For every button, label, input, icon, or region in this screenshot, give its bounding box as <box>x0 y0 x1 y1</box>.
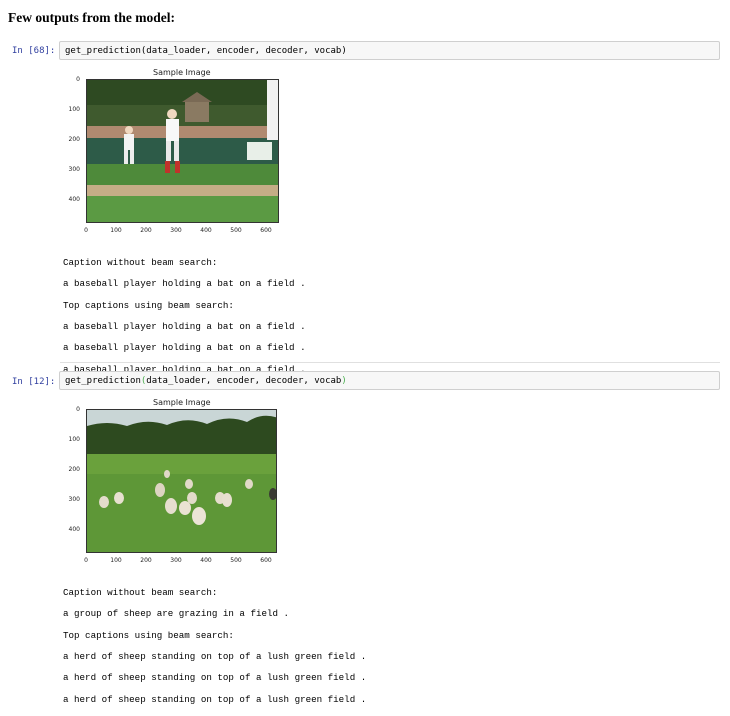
x-tick-label: 0 <box>84 557 88 564</box>
output-line: Caption without beam search: <box>63 256 218 268</box>
code-function: get_prediction <box>65 376 141 386</box>
output-line: a baseball player holding a bat on a fie… <box>63 342 306 354</box>
x-tick-label: 100 <box>110 227 122 234</box>
baseball-photo <box>86 79 279 223</box>
y-tick-label: 300 <box>68 166 80 173</box>
cell-prompt: In [68]: <box>12 46 56 56</box>
output-line: a herd of sheep standing on top of a lus… <box>63 672 367 684</box>
y-tick-label: 0 <box>76 406 80 413</box>
y-tick-label: 0 <box>76 76 80 83</box>
x-tick-label: 500 <box>230 227 242 234</box>
code-cell-input[interactable]: get_prediction(data_loader, encoder, dec… <box>59 41 720 60</box>
code-cell-input[interactable]: get_prediction(data_loader, encoder, dec… <box>59 371 720 390</box>
y-tick-label: 200 <box>68 136 80 143</box>
code-paren: ) <box>341 376 347 386</box>
x-tick-label: 100 <box>110 557 122 564</box>
figure-sample-image: Sample Image 0 100 200 300 400 0 100 200… <box>60 66 300 241</box>
cell-prompt: In [12]: <box>12 377 56 387</box>
output-line: a group of sheep are grazing in a field … <box>63 608 290 620</box>
output-line: a baseball player holding a bat on a fie… <box>63 320 306 332</box>
cell-separator <box>60 362 720 363</box>
sheep-photo-icon <box>87 410 276 552</box>
y-tick-label: 200 <box>68 466 80 473</box>
baseball-photo-icon <box>87 80 278 222</box>
x-tick-label: 600 <box>260 227 272 234</box>
y-tick-label: 300 <box>68 496 80 503</box>
output-line: a baseball player holding a bat on a fie… <box>63 278 306 290</box>
figure-title: Sample Image <box>153 398 211 407</box>
sheep-photo <box>86 409 277 553</box>
output-line: a herd of sheep standing on top of a lus… <box>63 650 367 662</box>
x-tick-label: 400 <box>200 227 212 234</box>
code-text: get_prediction(data_loader, encoder, dec… <box>65 46 347 56</box>
y-tick-label: 100 <box>68 106 80 113</box>
figure-title: Sample Image <box>153 68 211 77</box>
cell-output: Caption without beam search: a baseball … <box>63 247 306 386</box>
x-tick-label: 500 <box>230 557 242 564</box>
x-tick-label: 400 <box>200 557 212 564</box>
y-tick-label: 400 <box>68 526 80 533</box>
x-tick-label: 300 <box>170 227 182 234</box>
cell-output: Caption without beam search: a group of … <box>63 577 366 716</box>
x-tick-label: 300 <box>170 557 182 564</box>
code-args: data_loader, encoder, decoder, vocab <box>146 376 342 386</box>
code-text: get_prediction(data_loader, encoder, dec… <box>65 376 347 386</box>
x-tick-label: 600 <box>260 557 272 564</box>
output-line: Caption without beam search: <box>63 586 218 598</box>
x-tick-label: 200 <box>140 227 152 234</box>
y-tick-label: 100 <box>68 436 80 443</box>
output-line: Top captions using beam search: <box>63 629 234 641</box>
page-heading: Few outputs from the model: <box>8 10 175 25</box>
y-tick-label: 400 <box>68 196 80 203</box>
figure-sample-image: Sample Image 0 100 200 300 400 0 100 200 <box>60 396 300 571</box>
x-tick-label: 200 <box>140 557 152 564</box>
output-line: a herd of sheep standing on top of a lus… <box>63 693 367 705</box>
x-tick-label: 0 <box>84 227 88 234</box>
output-line: Top captions using beam search: <box>63 299 234 311</box>
